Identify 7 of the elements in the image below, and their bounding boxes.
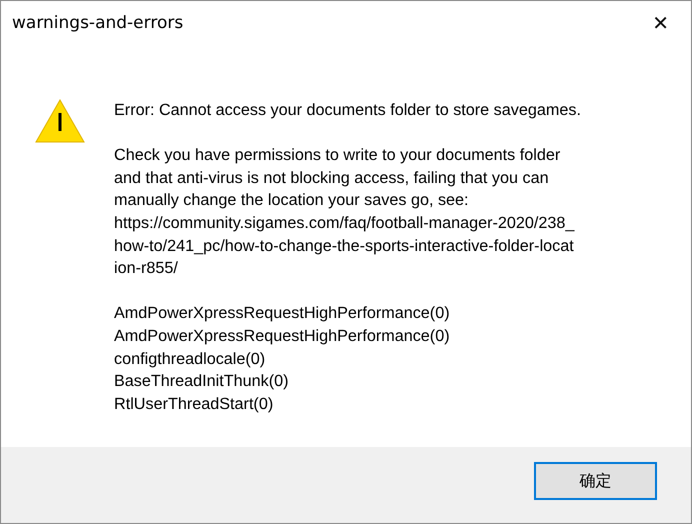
warning-icon (35, 99, 85, 143)
message-text: Check you have permissions to write to your documents folder and that anti-virus is not blocking access, failing that you can manually change the location your saves go, see: https://community.sigames.com/faq/football-manager-2020/238_ how-to/241_pc/how-to-change-the-sports-interactive-folder-locat ion-r855/ (114, 145, 576, 280)
message-text: Error: Cannot access your documents folder to store savegames. (114, 100, 581, 121)
ok-button[interactable]: 确定 (534, 462, 657, 500)
window-title: warnings-and-errors (11, 12, 184, 35)
close-button[interactable]: ✕ (640, 9, 681, 37)
message-text: AmdPowerXpressRequestHighPerformance(0) AmdPowerXpressRequestHighPerformance(0) configthreadlocale(0) BaseThreadInitThunk(0) RtlUserThreadStart(0) (114, 303, 451, 415)
